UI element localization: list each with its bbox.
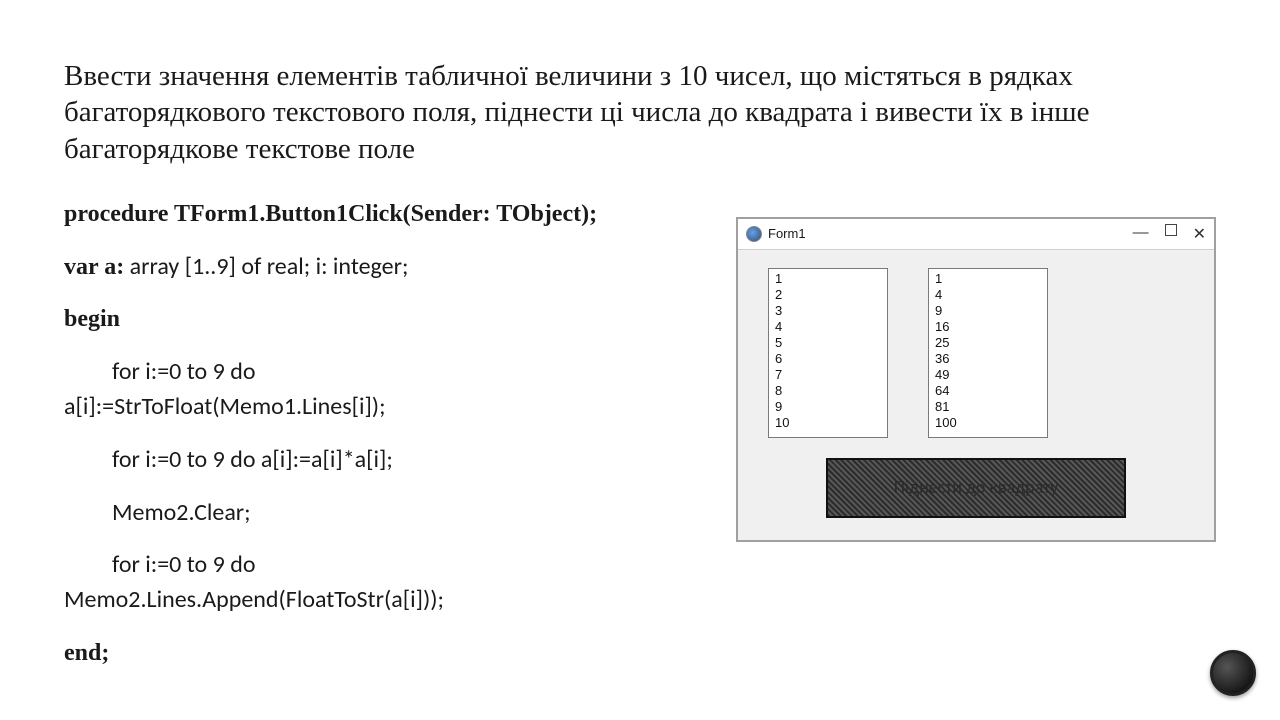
maximize-button[interactable] bbox=[1165, 224, 1177, 236]
code-line: for i:=0 to 9 do a[i]:=a[i]*a[i]; bbox=[64, 443, 393, 478]
memo-output[interactable]: 149162536496481100 bbox=[928, 268, 1048, 438]
form-window: Form1 — ✕ 12345678910 149162536496481100… bbox=[736, 217, 1216, 542]
code-line: a[i]:=StrToFloat(Memo1.Lines[i]); bbox=[64, 392, 386, 421]
slide-heading: Ввести значення елементів табличної вели… bbox=[64, 58, 1216, 167]
square-button-label: Піднести до квадрату bbox=[894, 478, 1059, 498]
close-button[interactable]: ✕ bbox=[1193, 224, 1206, 244]
titlebar: Form1 — ✕ bbox=[738, 219, 1214, 250]
code-line: procedure TForm1.Button1Click(Sender: TO… bbox=[64, 201, 597, 227]
code-line: array [1..9] of real; i: integer; bbox=[124, 252, 408, 281]
code-line: begin bbox=[64, 306, 120, 332]
minimize-button[interactable]: — bbox=[1133, 224, 1149, 244]
code-line: var a: bbox=[64, 254, 124, 280]
code-line: Memo2.Lines.Append(FloatToStr(a[i])); bbox=[64, 585, 444, 614]
code-listing: procedure TForm1.Button1Click(Sender: TO… bbox=[64, 197, 706, 689]
code-line: for i:=0 to 9 do bbox=[64, 548, 255, 583]
code-line: end; bbox=[64, 640, 109, 666]
round-corner-button[interactable] bbox=[1210, 650, 1256, 696]
square-button[interactable]: Піднести до квадрату bbox=[826, 458, 1126, 518]
window-title: Form1 bbox=[768, 226, 806, 241]
code-line: Memo2.Clear; bbox=[64, 496, 251, 531]
app-icon bbox=[746, 226, 762, 242]
memo-input[interactable]: 12345678910 bbox=[768, 268, 888, 438]
code-line: for i:=0 to 9 do bbox=[64, 355, 255, 390]
